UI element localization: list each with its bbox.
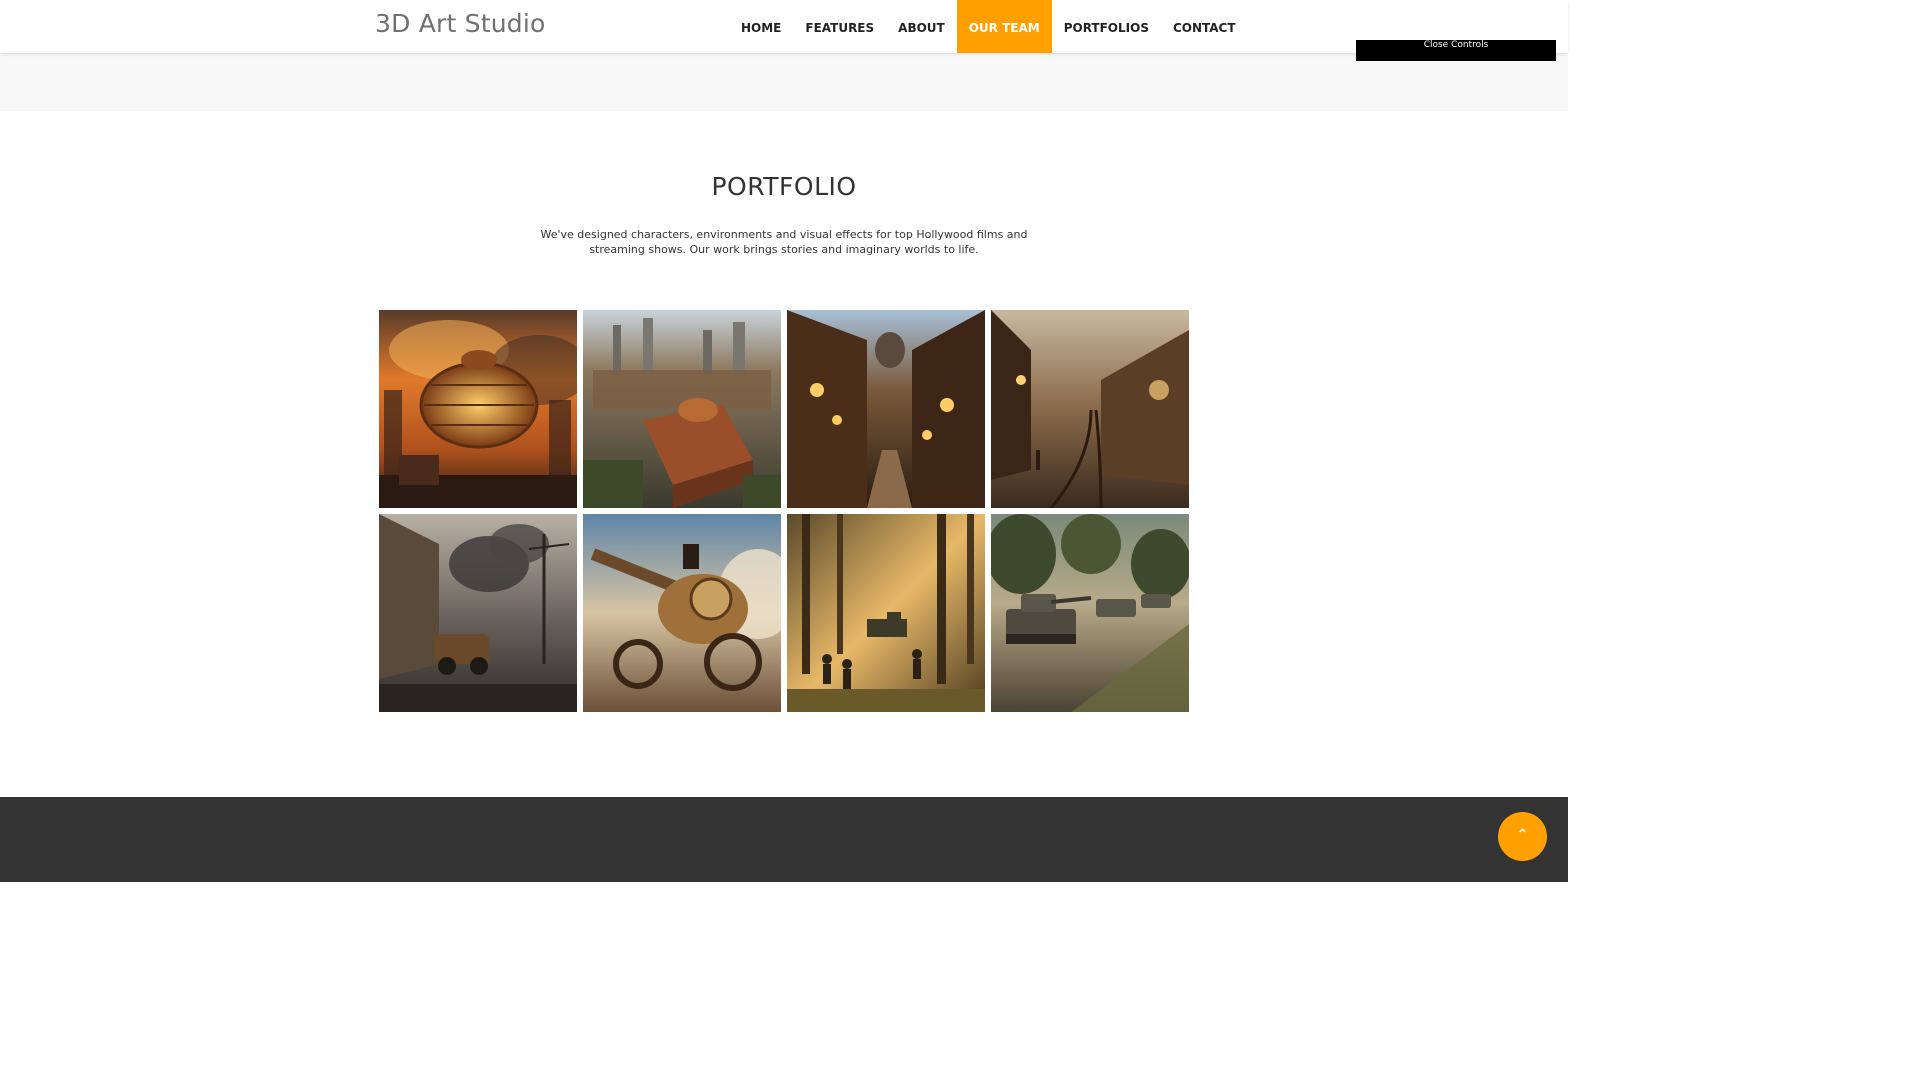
- portfolio-image[interactable]: [583, 310, 781, 508]
- nav-contact[interactable]: CONTACT: [1161, 0, 1248, 53]
- main-nav: HOME FEATURES ABOUT OUR TEAM PORTFOLIOS …: [729, 0, 1248, 53]
- nav-about[interactable]: ABOUT: [886, 0, 957, 53]
- section-description: We've designed characters, environments …: [540, 228, 1028, 256]
- portfolio-image[interactable]: [583, 514, 781, 712]
- portfolio-image[interactable]: [991, 310, 1189, 508]
- nav-home[interactable]: HOME: [729, 0, 793, 53]
- city-aerial-image: [583, 310, 781, 508]
- portfolio-image[interactable]: [787, 514, 985, 712]
- brand-logo[interactable]: 3D Art Studio: [375, 9, 545, 38]
- airship-image: [379, 310, 577, 508]
- railway-street-image: [991, 310, 1189, 508]
- site-footer: [0, 797, 1568, 882]
- portfolio-image[interactable]: [787, 310, 985, 508]
- forest-soldiers-image: [787, 514, 985, 712]
- portfolio-image[interactable]: [991, 514, 1189, 712]
- portfolio-grid: [379, 310, 1189, 712]
- back-to-top-button[interactable]: ⌃: [1498, 812, 1547, 861]
- header-band: [0, 53, 1568, 111]
- section-title: PORTFOLIO: [711, 172, 857, 201]
- steam-cannon-image: [583, 514, 781, 712]
- tank-column-image: [991, 514, 1189, 712]
- portfolio-image[interactable]: [379, 514, 577, 712]
- nav-portfolios[interactable]: PORTFOLIOS: [1052, 0, 1161, 53]
- steampunk-street-image: [787, 310, 985, 508]
- close-controls-label: Close Controls: [1423, 40, 1489, 50]
- nav-features[interactable]: FEATURES: [793, 0, 886, 53]
- portfolio-image[interactable]: [379, 310, 577, 508]
- ruined-street-image: [379, 514, 577, 712]
- close-controls-button[interactable]: Close Controls: [1356, 40, 1556, 61]
- site-header: 3D Art Studio HOME FEATURES ABOUT OUR TE…: [0, 0, 1568, 53]
- chevron-up-icon: ⌃: [1516, 827, 1529, 843]
- nav-our-team[interactable]: OUR TEAM: [956, 0, 1052, 53]
